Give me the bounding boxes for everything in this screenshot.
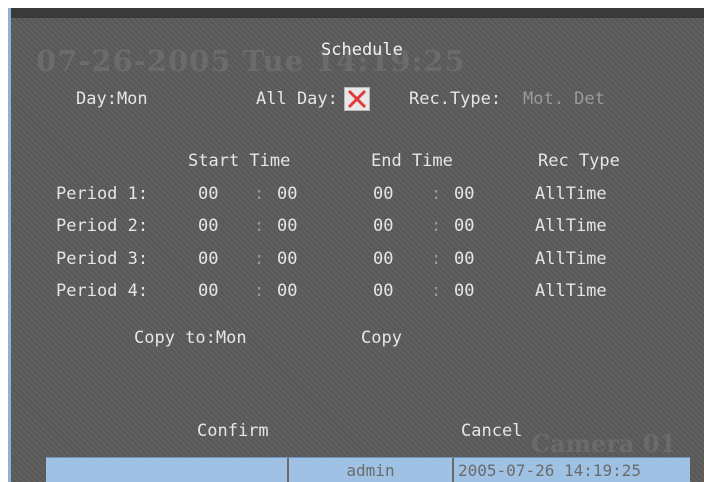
header-start-time: Start Time [188,151,291,171]
period-label: Period 1: [56,184,149,204]
period-label: Period 4: [56,281,149,301]
copy-button[interactable]: Copy [361,328,402,348]
start-hour[interactable]: 00 [198,281,218,301]
all-day-label: All Day: [256,89,338,109]
rec-type-value[interactable]: Mot. Det [523,89,605,109]
rec-type-select[interactable]: AllTime [535,281,607,301]
start-minute[interactable]: 00 [277,249,297,269]
status-user: admin [287,458,452,482]
time-separator: : [254,249,265,269]
end-minute[interactable]: 00 [454,216,474,236]
copy-to-selector[interactable]: Copy to:Mon [134,328,247,348]
osd-camera-name: Camera 01 [531,429,677,458]
start-minute[interactable]: 00 [277,216,297,236]
rec-type-label: Rec.Type: [409,89,502,109]
start-hour[interactable]: 00 [198,184,218,204]
time-separator: : [431,249,442,269]
page-title: Schedule [321,40,403,60]
period-label: Period 2: [56,216,149,236]
time-separator: : [254,216,265,236]
header-rec-type: Rec Type [538,151,620,171]
status-empty-cell [46,458,287,482]
end-hour[interactable]: 00 [373,184,393,204]
time-separator: : [431,184,442,204]
start-minute[interactable]: 00 [277,281,297,301]
rec-type-select[interactable]: AllTime [535,249,607,269]
dvr-screen: 07-26-2005 Tue 14:19:25 Schedule Day:Mon… [8,8,704,482]
time-separator: : [431,281,442,301]
day-selector[interactable]: Day:Mon [76,89,148,109]
end-minute[interactable]: 00 [454,184,474,204]
confirm-button[interactable]: Confirm [197,421,269,441]
time-separator: : [431,216,442,236]
end-hour[interactable]: 00 [373,249,393,269]
end-hour[interactable]: 00 [373,216,393,236]
top-bar [11,8,704,18]
end-minute[interactable]: 00 [454,249,474,269]
period-label: Period 3: [56,249,149,269]
end-minute[interactable]: 00 [454,281,474,301]
check-x-icon [347,89,367,109]
header-end-time: End Time [371,151,453,171]
all-day-checkbox[interactable] [344,87,370,111]
start-hour[interactable]: 00 [198,216,218,236]
start-minute[interactable]: 00 [277,184,297,204]
rec-type-select[interactable]: AllTime [535,216,607,236]
cancel-button[interactable]: Cancel [461,421,522,441]
status-datetime: 2005-07-26 14:19:25 [452,458,690,482]
start-hour[interactable]: 00 [198,249,218,269]
status-bar: admin 2005-07-26 14:19:25 [46,457,690,482]
rec-type-select[interactable]: AllTime [535,184,607,204]
end-hour[interactable]: 00 [373,281,393,301]
time-separator: : [254,281,265,301]
time-separator: : [254,184,265,204]
